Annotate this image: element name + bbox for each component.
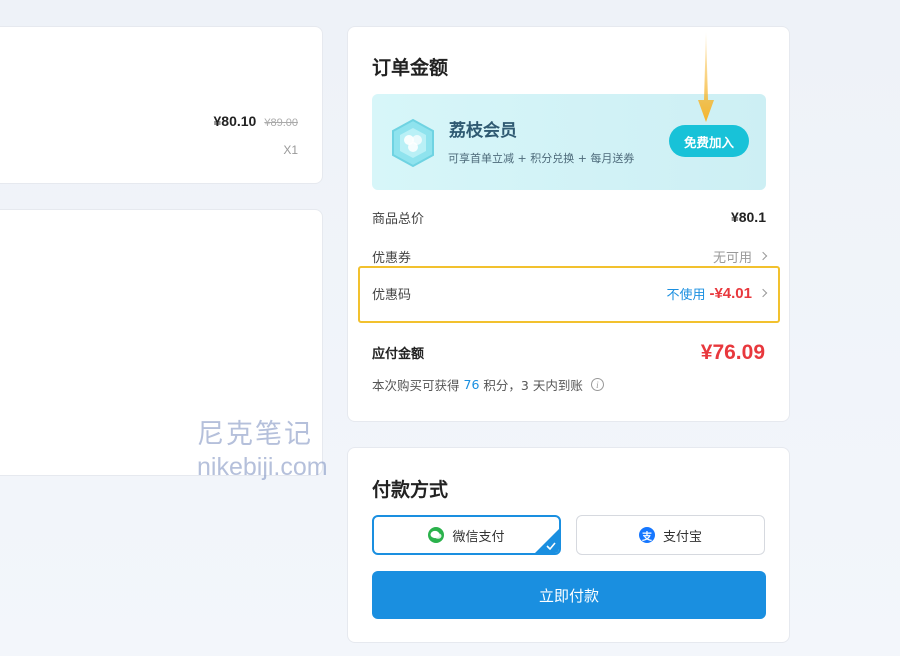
- product-original-price: ¥89.00: [264, 117, 298, 129]
- alipay-label: 支付宝: [662, 529, 702, 545]
- wechat-pay-label: 微信支付: [452, 529, 505, 545]
- product-current-price: ¥80.10: [213, 113, 257, 129]
- points-prefix: 本次购买可获得: [372, 378, 460, 393]
- promo-highlight-box: [358, 266, 780, 323]
- membership-hexagon-icon: [392, 118, 434, 168]
- points-value: 76: [463, 377, 480, 392]
- watermark-en: nikebiji.com: [197, 453, 328, 481]
- product-price: ¥80.10 ¥89.00: [214, 113, 298, 129]
- coupon-value[interactable]: 无可用: [712, 247, 768, 266]
- watermark: 尼克笔记 nikebiji.com: [197, 420, 328, 482]
- wechat-icon: [428, 527, 445, 543]
- member-name: 荔枝会员: [449, 121, 517, 141]
- chevron-right-icon: [758, 251, 768, 261]
- join-free-button[interactable]: 免费加入: [669, 125, 749, 157]
- pay-now-button[interactable]: 立即付款: [372, 571, 766, 619]
- payable-label: 应付金额: [372, 347, 425, 362]
- goods-total-value: ¥80.1: [730, 209, 766, 225]
- info-icon[interactable]: i: [590, 378, 604, 391]
- order-summary-card: 订单金额 荔枝会员 可享首单立减 + 积分兑换 + 每月送券 免费加入 商品总价…: [347, 26, 790, 422]
- product-quantity: X1: [283, 143, 298, 157]
- product-card: ¥80.10 ¥89.00 X1: [0, 26, 323, 184]
- coupon-label: 优惠券: [372, 250, 412, 266]
- points-info: 本次购买可获得 76 积分，3 天内到账 i: [372, 375, 604, 394]
- wechat-pay-option[interactable]: 微信支付: [372, 515, 561, 555]
- goods-total-label: 商品总价: [372, 211, 425, 227]
- member-benefits: 可享首单立减 + 积分兑换 + 每月送券: [448, 152, 635, 165]
- row-coupon[interactable]: 优惠券 无可用: [372, 244, 768, 268]
- watermark-cn: 尼克笔记: [197, 419, 313, 450]
- alipay-icon: 支: [638, 527, 655, 543]
- coupon-status: 无可用: [712, 250, 752, 266]
- order-summary-title: 订单金额: [372, 57, 449, 79]
- alipay-option[interactable]: 支 支付宝: [576, 515, 765, 555]
- payment-method-title: 付款方式: [372, 479, 449, 501]
- arrow-down-icon: [698, 32, 714, 122]
- checkmark-icon: [546, 542, 556, 550]
- points-suffix: 积分，3 天内到账: [483, 378, 583, 393]
- row-goods-total: 商品总价 ¥80.1: [372, 205, 766, 229]
- payment-method-card: 付款方式 微信支付 支 支付宝 立即付款: [347, 447, 790, 643]
- payable-amount: ¥76.09: [700, 341, 765, 364]
